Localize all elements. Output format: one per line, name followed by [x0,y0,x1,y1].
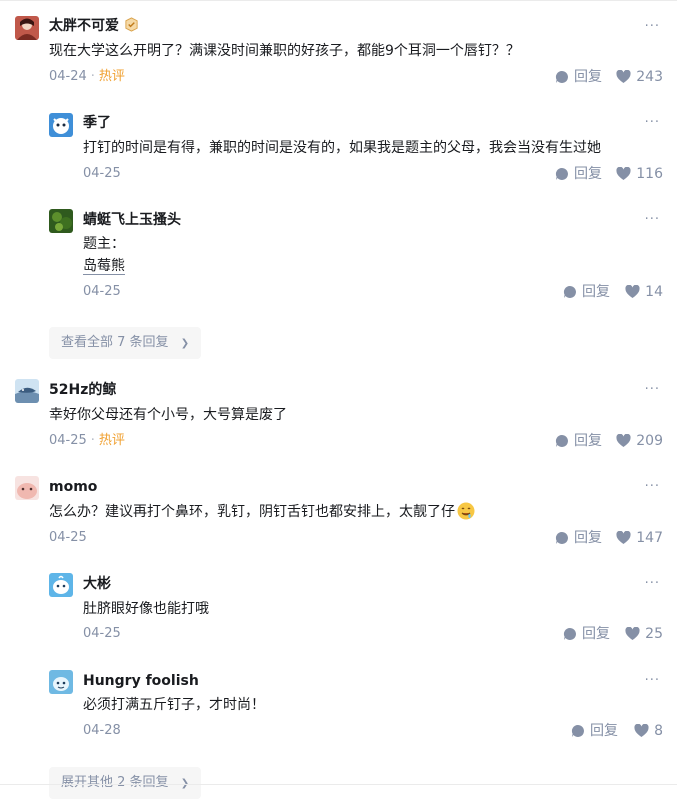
expand-more-replies-button[interactable]: 展开其他 2 条回复 ❯ [49,767,202,799]
like-button[interactable]: 243 [616,68,663,86]
like-button[interactable]: 209 [616,432,663,450]
comment-text: 肚脐眼好像也能打哦 [83,601,209,617]
comment-text: 现在大学这么开明了？满课没时间兼职的好孩子，都能9个耳洞一个唇钉？？ [49,43,520,59]
reply-icon [563,285,576,298]
like-button[interactable]: 25 [625,625,663,643]
comment-author[interactable]: 大彬 [83,574,111,594]
reply-icon [563,627,576,640]
like-button[interactable]: 14 [625,283,663,301]
reply-icon [571,724,584,737]
comment-text: 必须打满五斤钉子，才时尚！ [83,697,265,713]
view-all-replies-button[interactable]: 查看全部 7 条回复 ❯ [49,327,202,359]
comment-date: 04-25 [49,530,87,545]
reply-icon [555,434,568,447]
like-count: 116 [636,166,663,182]
heart-icon [616,167,631,180]
more-options-icon[interactable]: ··· [645,116,660,130]
hot-tag: 热评 [98,433,125,448]
comment-text: 题主： [83,236,125,252]
reply-label[interactable]: 回复 [574,68,602,86]
reply-label[interactable]: 回复 [582,625,610,643]
more-options-icon[interactable]: ··· [645,480,660,494]
avatar[interactable] [49,670,73,694]
reply-button[interactable]: 回复 [571,722,618,740]
more-options-icon[interactable]: ··· [645,674,660,688]
expand-more-replies-label[interactable]: 展开其他 2 条回复 [61,775,169,790]
comment-author[interactable]: 蜻蜓飞上玉搔头 [83,210,181,230]
user-mention-link[interactable]: 岛莓熊 [83,255,125,277]
like-count: 243 [636,69,663,85]
avatar[interactable] [15,16,39,40]
comment-author[interactable]: Hungry foolish [83,671,199,691]
more-options-icon[interactable]: ··· [645,213,660,227]
like-button[interactable]: 116 [616,165,663,183]
top-divider [0,0,677,1]
more-options-icon[interactable]: ··· [645,20,660,34]
avatar[interactable] [49,573,73,597]
comment-author[interactable]: 52Hz的鲸 [49,380,116,400]
heart-icon [625,285,640,298]
badge-icon [125,17,138,32]
bottom-divider [0,784,677,785]
reply-button[interactable]: 回复 [555,165,602,183]
reply-icon [555,167,568,180]
avatar[interactable] [49,209,73,233]
reply-button[interactable]: 回复 [555,529,602,547]
heart-icon [616,70,631,83]
drooling-emoji-icon [457,502,475,520]
reply-label[interactable]: 回复 [582,283,610,301]
comment-text: 打钉的时间是有得，兼职的时间是没有的，如果我是题主的父母，我会当没有生过她 [83,140,601,156]
comment-date: 04-28 [83,723,121,738]
comment-meta: 04-24 · 热评 [49,69,125,85]
comment-text: 幸好你父母还有个小号，大号算是废了 [49,407,287,423]
reply-icon [555,531,568,544]
comment-meta: 04-25 · 热评 [49,433,125,449]
reply-button[interactable]: 回复 [563,625,610,643]
comment-date: 04-25 [83,626,121,641]
separator-dot: · [90,433,95,448]
like-count: 25 [645,626,663,642]
reply-label[interactable]: 回复 [574,529,602,547]
comment-text-body: 怎么办？建议再打个鼻环，乳钉，阴钉舌钉也都安排上，太靓了仔 [49,504,455,520]
comment-date: 04-25 [83,166,121,181]
comment-date: 04-25 [83,284,121,299]
like-button[interactable]: 147 [616,529,663,547]
reply-button[interactable]: 回复 [563,283,610,301]
like-count: 147 [636,530,663,546]
hot-tag: 热评 [98,69,125,84]
comment-date: 04-24 [49,69,87,84]
separator-dot: · [90,69,95,84]
avatar[interactable] [49,113,73,137]
author-name[interactable]: 太胖不可爱 [49,18,119,34]
comment-text: 怎么办？建议再打个鼻环，乳钉，阴钉舌钉也都安排上，太靓了仔 [49,501,475,523]
comment-author[interactable]: momo [49,477,97,497]
heart-icon [616,434,631,447]
comment-date: 04-25 [49,433,87,448]
reply-button[interactable]: 回复 [555,68,602,86]
reply-button[interactable]: 回复 [555,432,602,450]
comment-author[interactable]: 太胖不可爱 [49,16,139,36]
heart-icon [625,627,640,640]
like-count: 8 [654,723,663,739]
reply-label[interactable]: 回复 [590,722,618,740]
like-count: 209 [636,433,663,449]
heart-icon [616,531,631,544]
more-options-icon[interactable]: ··· [645,577,660,591]
heart-icon [634,724,649,737]
reply-label[interactable]: 回复 [574,165,602,183]
reply-icon [555,70,568,83]
like-count: 14 [645,284,663,300]
comment-author[interactable]: 季了 [83,113,111,133]
avatar[interactable] [15,476,39,500]
view-all-replies-label[interactable]: 查看全部 7 条回复 [61,335,169,350]
reply-label[interactable]: 回复 [574,432,602,450]
like-button[interactable]: 8 [634,722,663,740]
more-options-icon[interactable]: ··· [645,383,660,397]
chevron-right-icon: ❯ [180,338,190,349]
avatar[interactable] [15,379,39,403]
